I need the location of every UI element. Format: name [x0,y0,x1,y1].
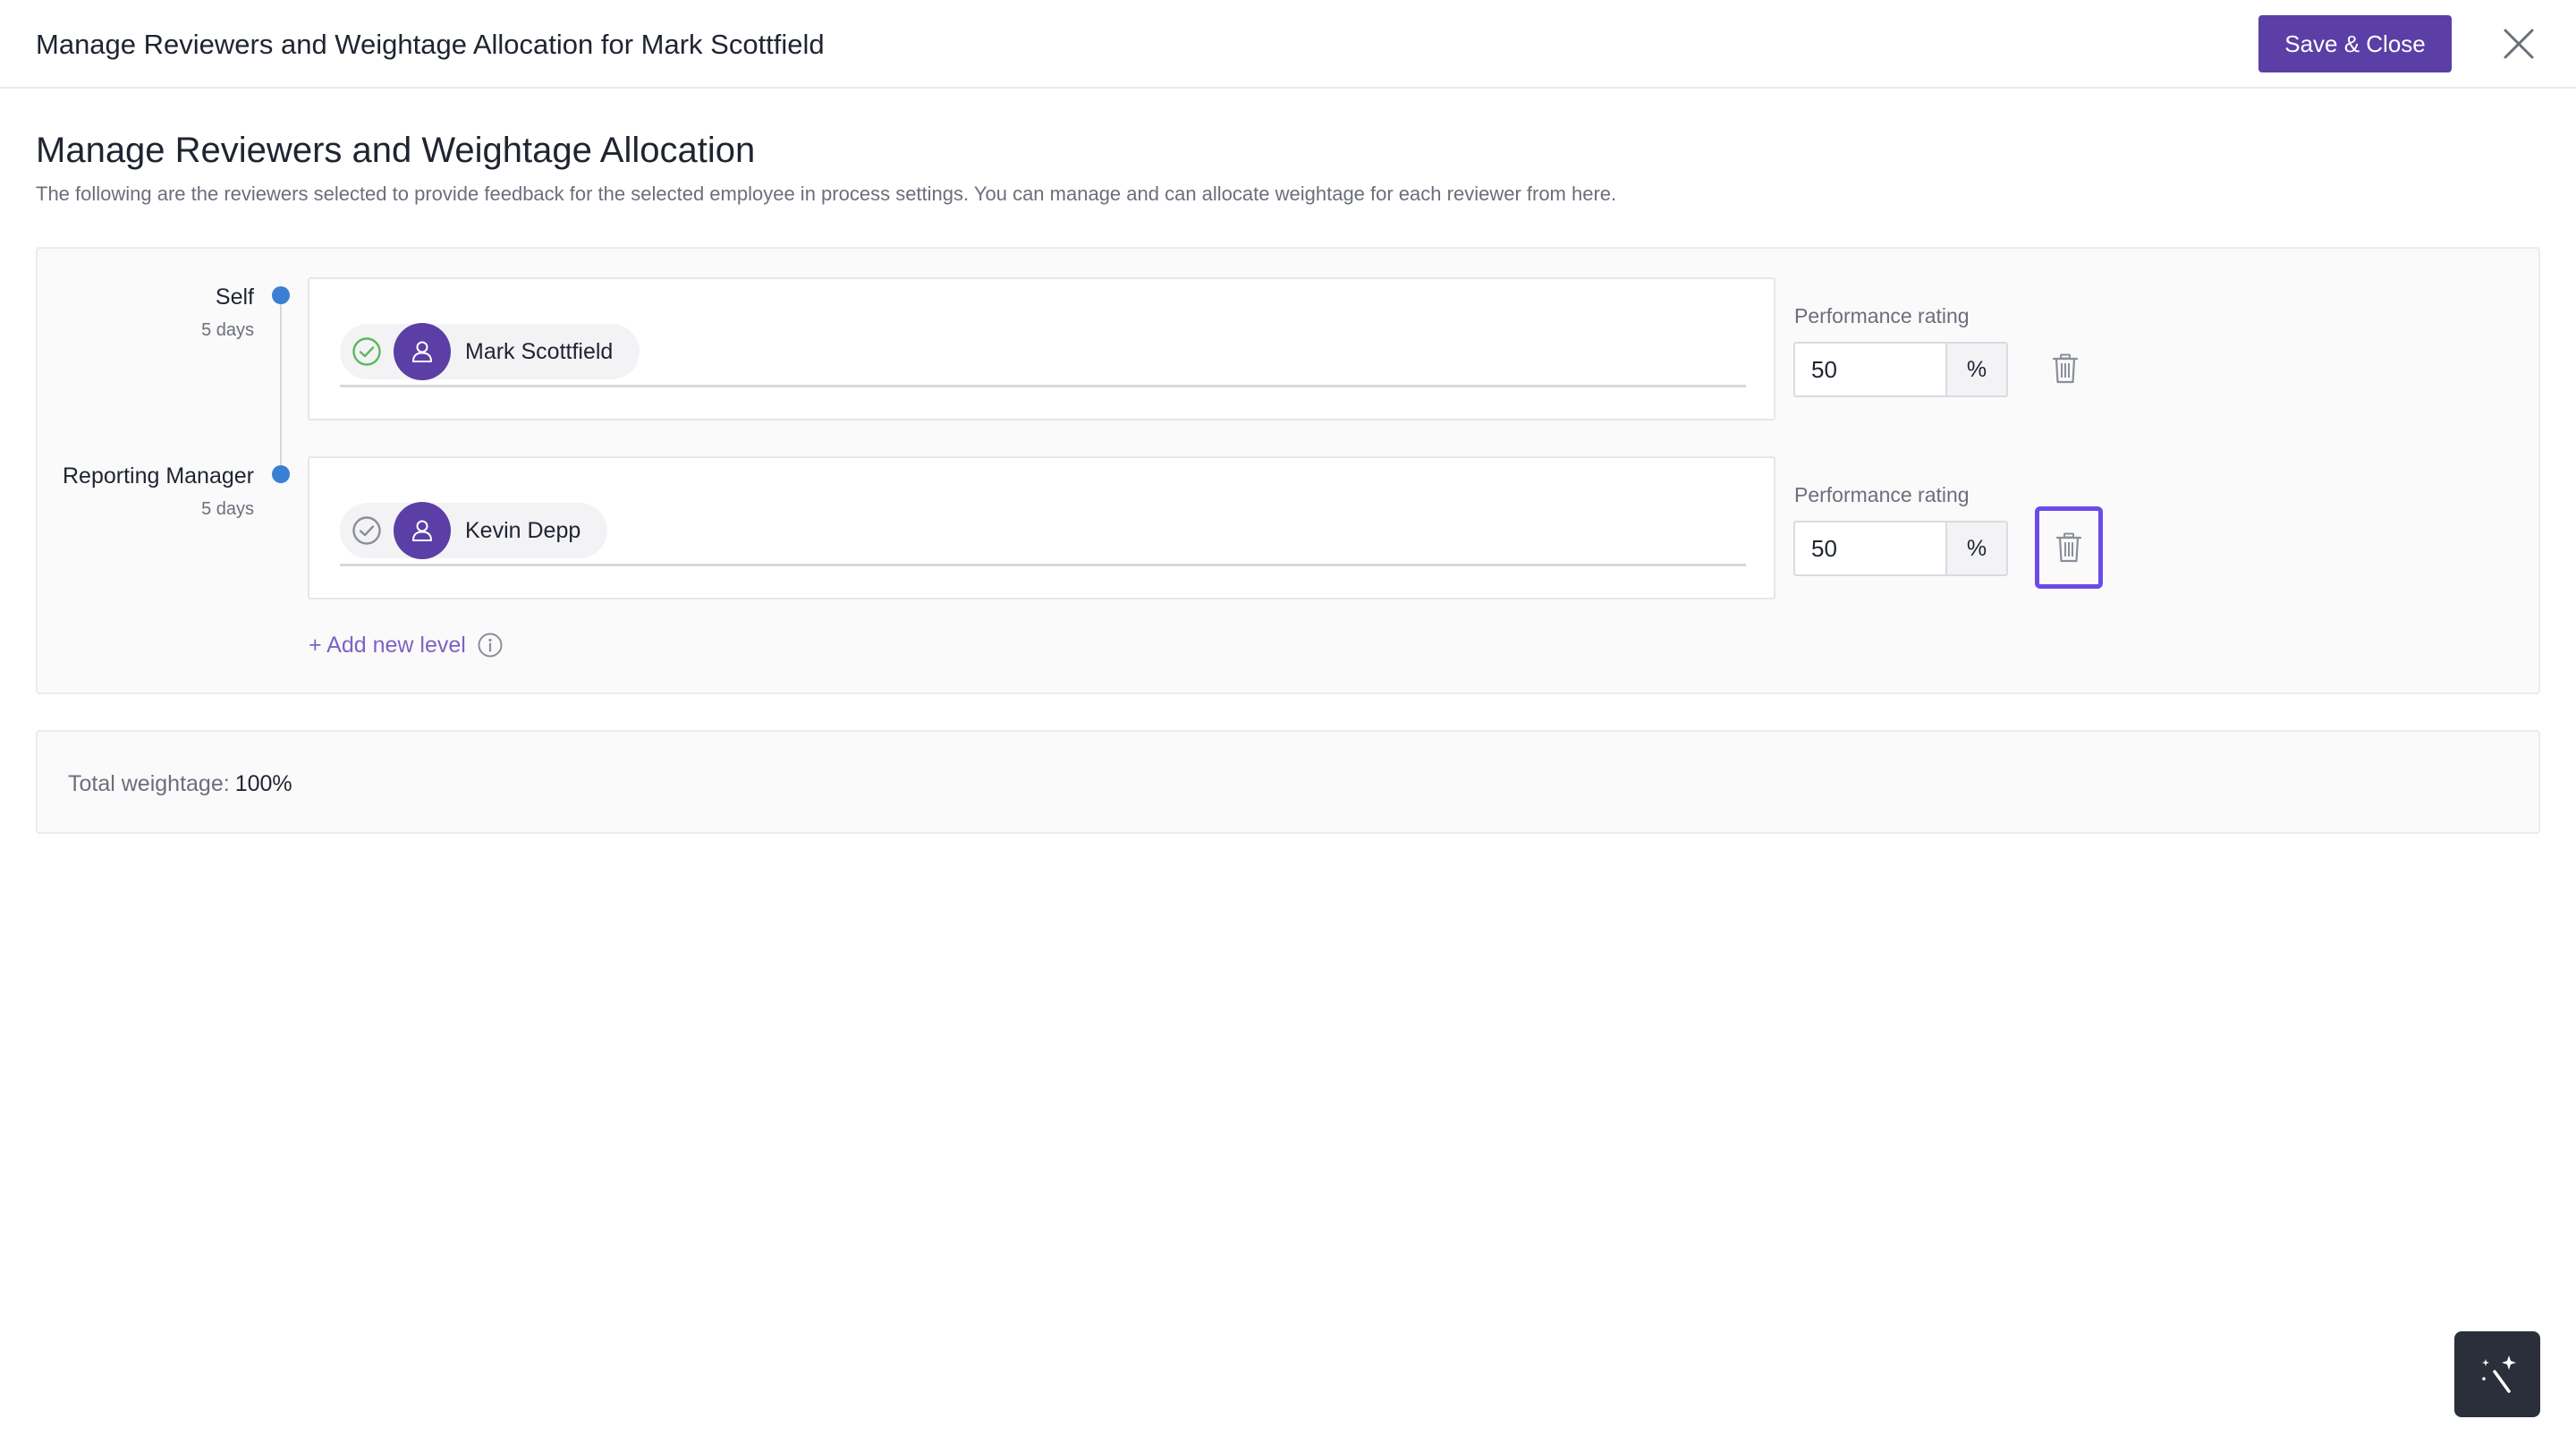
reviewer-card-self: Mark Scottfield [308,277,1775,421]
save-close-button[interactable]: Save & Close [2258,15,2452,72]
magic-assistant-button[interactable] [2454,1331,2540,1417]
level-name-self: Self [215,285,254,310]
rating-input-group-self: % [1793,342,2008,397]
user-avatar-icon [394,323,451,380]
rating-input-self[interactable] [1793,342,1945,397]
magic-wand-icon [2482,1355,2516,1393]
level-days-self: 5 days [201,320,254,340]
total-weightage-value: 100% [234,771,292,796]
check-circle-icon [351,336,383,368]
reviewer-name: Mark Scottfield [465,338,614,364]
reviewer-name: Kevin Depp [465,517,581,543]
total-weightage: Total weightage: 100% [68,771,292,797]
manage-reviewers-page: Manage Reviewers and Weightage Allocatio… [0,0,2576,1453]
trash-icon [2052,353,2079,384]
reviewer-chip[interactable]: Kevin Depp [340,502,608,559]
add-new-level-label: + Add new level [309,632,466,658]
info-icon[interactable] [477,632,504,659]
add-new-level-link[interactable]: + Add new level [309,632,504,659]
rating-input-manager[interactable] [1793,521,1945,576]
delete-level-button-self[interactable] [2031,327,2099,410]
total-weightage-panel: Total weightage: 100% [36,730,2540,834]
rating-label-self: Performance rating [1794,304,1970,327]
rating-label-manager: Performance rating [1794,483,1970,506]
modal-title: Manage Reviewers and Weightage Allocatio… [36,29,825,60]
level-name-manager: Reporting Manager [62,463,254,489]
trash-icon [2055,532,2082,563]
reviewer-input-underline [340,385,1746,387]
level-days-manager: 5 days [201,499,254,519]
timeline-line [280,295,282,474]
delete-level-button-manager[interactable] [2035,506,2103,589]
timeline-dot-manager [272,465,290,483]
rating-unit: % [1945,521,2008,576]
close-button[interactable] [2496,23,2541,64]
reviewer-card-manager: Kevin Depp [308,456,1775,599]
check-circle-icon [351,514,383,547]
close-icon [2504,29,2534,59]
reviewer-chip[interactable]: Mark Scottfield [340,323,640,380]
modal-header: Manage Reviewers and Weightage Allocatio… [0,0,2576,89]
timeline-dot-self [272,286,290,304]
total-weightage-label: Total weightage: [68,771,230,796]
reviewer-input-underline [340,564,1746,566]
section-title: Manage Reviewers and Weightage Allocatio… [36,131,756,170]
rating-input-group-manager: % [1793,521,2008,576]
rating-unit: % [1945,342,2008,397]
section-description: The following are the reviewers selected… [36,183,1617,205]
user-avatar-icon [394,502,451,559]
